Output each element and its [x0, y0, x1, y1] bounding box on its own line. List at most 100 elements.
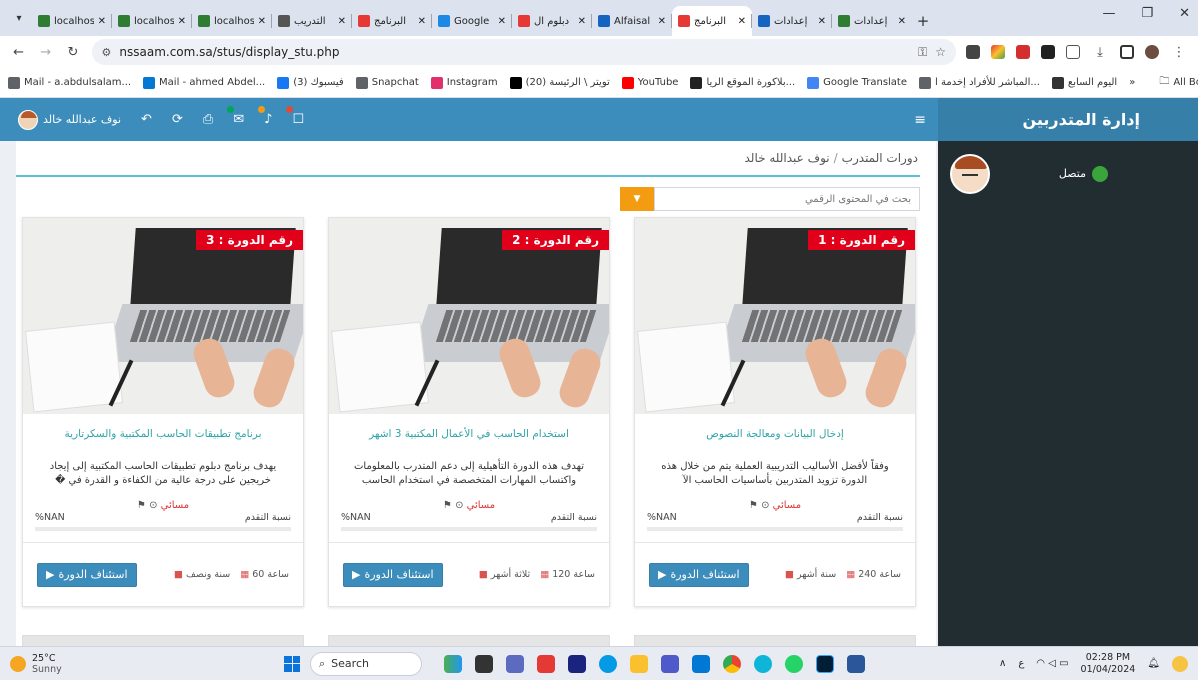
back-icon[interactable]: ← — [10, 45, 27, 60]
notification-bell-icon[interactable]: 🔔︎ — [1147, 658, 1160, 669]
user-menu[interactable]: نوف عبدالله خالد — [18, 109, 121, 130]
file-explorer-icon[interactable] — [630, 654, 648, 673]
close-window-icon[interactable]: ✕ — [1179, 6, 1190, 21]
forward-icon[interactable]: → — [37, 45, 54, 60]
tab-search-chevron-icon[interactable]: ▾ — [6, 5, 32, 31]
profile-avatar-icon[interactable] — [1144, 45, 1159, 59]
tab-close-icon[interactable]: ✕ — [578, 16, 586, 27]
tab-close-icon[interactable]: ✕ — [498, 16, 506, 27]
browser-tab[interactable]: Alfaisal ✕ — [592, 6, 672, 36]
site-info-icon[interactable]: ⚙ — [102, 46, 112, 59]
download-icon[interactable]: ⤓ — [1091, 45, 1109, 60]
tab-close-icon[interactable]: ✕ — [258, 16, 266, 27]
browser-tab[interactable]: localhos ✕ — [192, 6, 272, 36]
tab-close-icon[interactable]: ✕ — [898, 16, 906, 27]
browser-tab[interactable]: إعدادات ✕ — [832, 6, 912, 36]
browser-tab[interactable]: localhos ✕ — [112, 6, 192, 36]
search-input[interactable] — [654, 187, 920, 211]
weather-widget[interactable]: 25°C Sunny — [10, 653, 220, 675]
course-title[interactable]: استخدام الحاسب في الأعمال المكتبية 3 اشه… — [329, 428, 609, 440]
divider — [16, 175, 920, 177]
teams-app-icon[interactable] — [661, 654, 679, 673]
bookmark-list: Mail - a.abdulsalam... Mail - ahmed Abdel… — [8, 76, 1117, 89]
tab-close-icon[interactable]: ✕ — [98, 16, 106, 27]
copilot-icon[interactable] — [1172, 655, 1188, 672]
url-bar[interactable]: ⚙ nssaam.com.sa/stus/display_stu.php ⚿ ☆ — [91, 39, 956, 65]
bookmark-item[interactable]: بلاكورة الموقع الريا... — [690, 76, 795, 89]
bookmark-item[interactable]: Google Translate — [807, 76, 907, 89]
sidebar-toggle-icon[interactable]: ≡ — [914, 112, 926, 128]
new-tab-button[interactable]: + — [912, 6, 934, 36]
tab-close-icon[interactable]: ✕ — [178, 16, 186, 27]
input-language[interactable]: ع — [1018, 658, 1024, 669]
app-icon[interactable] — [568, 654, 586, 673]
bookmark-item[interactable]: اليوم السابع — [1051, 76, 1117, 89]
chat-icon[interactable]: ☐ — [286, 106, 304, 127]
bookmarks-overflow[interactable]: » — [1129, 77, 1135, 88]
all-bookmarks-folder[interactable]: 🗀 All Bookmarks — [1159, 74, 1198, 91]
resume-course-button[interactable]: ▶ استئناف الدورة — [649, 562, 749, 587]
tab-close-icon[interactable]: ✕ — [338, 16, 346, 27]
tab-close-icon[interactable]: ✕ — [738, 16, 746, 27]
bookmark-favicon-icon — [1051, 76, 1064, 89]
task-view-icon[interactable] — [475, 654, 493, 673]
clock[interactable]: 02:28 PM 01/04/2024 — [1081, 652, 1136, 676]
schedule-label: مسائي — [160, 500, 190, 511]
browser-tab[interactable]: دبلوم ال ✕ — [512, 6, 592, 36]
notifications-icon[interactable]: ♪ — [258, 106, 272, 127]
extensions-puzzle-icon[interactable] — [1065, 45, 1080, 59]
breadcrumb-root[interactable]: دورات المتدرب — [842, 151, 918, 165]
minimize-icon[interactable]: — — [1102, 6, 1115, 21]
refresh-icon[interactable]: ⟳ — [172, 112, 183, 127]
resume-course-button[interactable]: ▶ استئناف الدورة — [37, 562, 137, 587]
bookmark-item[interactable]: (20) تويتر \ الرئيسة — [509, 76, 610, 89]
chrome-app-icon[interactable] — [723, 654, 741, 673]
back-arrow-icon[interactable]: ↶ — [141, 112, 152, 127]
filter-button[interactable]: ▼ — [620, 187, 654, 211]
extension-icon[interactable] — [990, 45, 1005, 59]
browser-tab[interactable]: Google ✕ — [432, 6, 512, 36]
restore-icon[interactable]: ❐ — [1141, 6, 1153, 21]
teams-app-icon[interactable] — [506, 654, 524, 673]
browser-tab[interactable]: البرنامج ✕ — [672, 6, 752, 36]
pdf-extension-icon[interactable] — [1015, 45, 1030, 59]
browser-tab[interactable]: التدريب ✕ — [272, 6, 352, 36]
reload-icon[interactable]: ↻ — [64, 45, 81, 60]
bookmark-item[interactable]: (3) فيسبوك — [277, 76, 344, 89]
telegram-app-icon[interactable] — [599, 654, 617, 673]
bookmark-item[interactable]: Mail - a.abdulsalam... — [8, 76, 131, 89]
app-icon[interactable] — [537, 654, 555, 673]
bookmark-item[interactable]: Mail - ahmed Abdel... — [143, 76, 265, 89]
tray-overflow-icon[interactable]: ∧ — [999, 658, 1006, 669]
bookmark-star-icon[interactable]: ☆ — [935, 45, 946, 59]
word-app-icon[interactable] — [847, 654, 865, 673]
course-title[interactable]: برنامج تطبيقات الحاسب المكتبية والسكرتار… — [23, 428, 303, 440]
side-panel-icon[interactable] — [1119, 45, 1134, 59]
widgets-app-icon[interactable] — [444, 654, 462, 673]
resume-course-button[interactable]: ▶ استئناف الدورة — [343, 562, 443, 587]
extension-icon[interactable] — [965, 45, 980, 59]
tab-close-icon[interactable]: ✕ — [818, 16, 826, 27]
edge-app-icon[interactable] — [754, 654, 772, 673]
browser-tab[interactable]: البرنامج ✕ — [352, 6, 432, 36]
extension-icon[interactable] — [1040, 45, 1055, 59]
outlook-app-icon[interactable] — [692, 654, 710, 673]
tab-close-icon[interactable]: ✕ — [658, 16, 666, 27]
photoshop-app-icon[interactable] — [816, 654, 834, 673]
bookmark-item[interactable]: Instagram — [430, 76, 498, 89]
tab-close-icon[interactable]: ✕ — [418, 16, 426, 27]
course-title[interactable]: إدخال البيانات ومعالجة النصوص — [635, 428, 915, 440]
browser-tab[interactable]: إعدادات ✕ — [752, 6, 832, 36]
wifi-volume-battery-icon[interactable]: ◠ ◁ ▭ — [1036, 658, 1068, 669]
password-key-icon[interactable]: ⚿ — [918, 45, 927, 60]
bookmark-item[interactable]: Snapchat — [355, 76, 419, 89]
browser-tab[interactable]: localhos ✕ — [32, 6, 112, 36]
browser-menu-icon[interactable]: ⋮ — [1170, 45, 1188, 60]
messages-icon[interactable]: ✉ — [227, 106, 244, 127]
whatsapp-app-icon[interactable] — [785, 654, 803, 673]
bookmark-item[interactable]: YouTube — [621, 76, 678, 89]
taskbar-search[interactable]: ⌕ Search — [310, 651, 422, 676]
windows-start-icon[interactable] — [284, 655, 300, 672]
bookmark-item[interactable]: المباشر للأفراد إخدمة ا... — [919, 76, 1040, 89]
print-icon[interactable]: ⎙ — [203, 112, 213, 127]
